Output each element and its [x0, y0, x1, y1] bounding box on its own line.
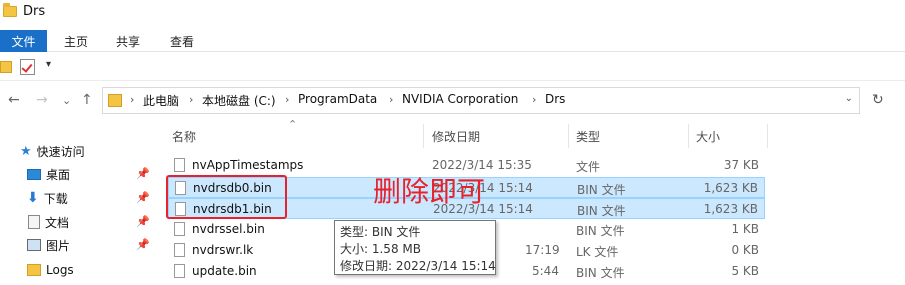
file-size: 37 KB: [723, 158, 759, 172]
breadcrumb-drs[interactable]: Drs: [545, 92, 565, 106]
sidebar-item-documents[interactable]: 文档: [28, 211, 69, 233]
back-button[interactable]: ←: [8, 92, 20, 108]
sidebar-item-label: 图片: [46, 238, 71, 253]
file-size: 5 KB: [731, 264, 759, 278]
column-divider[interactable]: [423, 124, 424, 148]
file-type: LK 文件: [576, 245, 619, 259]
breadcrumb-local-disk[interactable]: 本地磁盘 (C:): [202, 92, 276, 109]
file-date: 17:19: [525, 243, 560, 257]
document-icon: [28, 215, 40, 229]
ribbon-tabs: 文件 主页 共享 查看: [0, 30, 905, 52]
file-icon: [174, 243, 185, 257]
folder-icon: [3, 3, 17, 17]
tab-file[interactable]: 文件: [0, 30, 47, 52]
tooltip-type: 类型: BIN 文件: [340, 225, 421, 239]
navigation-pane: ★ 快速访问 桌面 📌 ⬇ 下载 📌 文档 📌 图片 📌 Logs: [0, 130, 152, 285]
folder-icon: [108, 94, 122, 107]
sidebar-item-desktop[interactable]: 桌面: [27, 163, 70, 185]
breadcrumb-separator[interactable]: ›: [130, 93, 134, 106]
file-size: 1,623 KB: [703, 202, 758, 216]
pin-icon: 📌: [136, 215, 150, 228]
column-divider[interactable]: [688, 124, 689, 148]
breadcrumb-nvidia-corporation[interactable]: NVIDIA Corporation: [402, 92, 518, 106]
forward-button[interactable]: →: [36, 92, 48, 108]
breadcrumb-this-pc[interactable]: 此电脑: [143, 92, 179, 109]
column-header-name[interactable]: 名称: [172, 128, 196, 145]
pin-icon: 📌: [136, 167, 150, 180]
file-type: BIN 文件: [576, 224, 625, 238]
desktop-icon: [27, 168, 41, 180]
breadcrumb-separator[interactable]: ›: [532, 93, 536, 106]
tab-home[interactable]: 主页: [64, 33, 88, 50]
folder-icon[interactable]: [0, 61, 12, 73]
file-name: nvdrssel.bin: [192, 222, 265, 236]
pin-icon: 📌: [136, 238, 150, 251]
recent-locations-button[interactable]: ⌄: [62, 94, 71, 107]
properties-icon[interactable]: [20, 59, 35, 75]
pin-icon: 📌: [136, 191, 150, 204]
sidebar-item-downloads[interactable]: ⬇ 下载: [27, 187, 68, 209]
file-name: update.bin: [192, 264, 257, 278]
sidebar-item-pictures[interactable]: 图片: [27, 234, 70, 256]
file-tooltip: 类型: BIN 文件 大小: 1.58 MB 修改日期: 2022/3/14 1…: [334, 220, 496, 275]
navigation-bar: ← → ⌄ ↑ › 此电脑 › 本地磁盘 (C:) › ProgramData …: [0, 84, 905, 118]
quick-access-toolbar: ▾: [0, 55, 905, 81]
file-name: nvAppTimestamps: [192, 158, 304, 172]
breadcrumb-separator[interactable]: ›: [189, 93, 193, 106]
file-name: nvdrswr.lk: [192, 243, 254, 257]
file-type: BIN 文件: [577, 204, 626, 218]
sidebar-item-quick-access[interactable]: ★ 快速访问: [20, 140, 85, 162]
tooltip-date: 修改日期: 2022/3/14 15:14: [340, 259, 496, 273]
column-header-size[interactable]: 大小: [696, 128, 720, 145]
file-icon: [174, 222, 185, 236]
breadcrumb-programdata[interactable]: ProgramData: [298, 92, 377, 106]
file-size: 1,623 KB: [703, 181, 758, 195]
column-header-date[interactable]: 修改日期: [432, 128, 480, 145]
star-icon: ★: [20, 143, 32, 159]
file-type: BIN 文件: [577, 183, 626, 197]
file-size: 1 KB: [731, 222, 759, 236]
file-size: 0 KB: [731, 243, 759, 257]
window-title: Drs: [23, 4, 46, 19]
file-date: 5:44: [532, 264, 559, 278]
sort-ascending-icon: ⌃: [288, 118, 298, 131]
sidebar-item-label: 文档: [45, 215, 70, 230]
download-icon: ⬇: [27, 190, 39, 206]
tab-share[interactable]: 共享: [116, 33, 140, 50]
annotation-highlight-box: [166, 175, 287, 219]
tooltip-size: 大小: 1.58 MB: [340, 242, 421, 256]
picture-icon: [27, 239, 41, 251]
column-header-type[interactable]: 类型: [576, 128, 600, 145]
tab-view[interactable]: 查看: [170, 33, 194, 50]
breadcrumb-separator[interactable]: ›: [285, 93, 289, 106]
address-bar[interactable]: › 此电脑 › 本地磁盘 (C:) › ProgramData › NVIDIA…: [102, 87, 860, 114]
breadcrumb-separator[interactable]: ›: [389, 93, 393, 106]
sidebar-item-label: 桌面: [46, 167, 71, 182]
column-divider[interactable]: [767, 124, 768, 148]
annotation-text: 删除即可: [373, 175, 486, 208]
customize-toolbar-button[interactable]: ▾: [46, 59, 51, 70]
sidebar-item-label: 快速访问: [36, 144, 85, 159]
sidebar-item-label: 下载: [43, 191, 68, 206]
sidebar-item-logs[interactable]: Logs: [27, 259, 74, 281]
refresh-button[interactable]: ↻: [872, 92, 884, 108]
file-icon: [174, 264, 185, 278]
column-divider[interactable]: [568, 124, 569, 148]
file-icon: [174, 158, 185, 172]
up-button[interactable]: ↑: [81, 92, 93, 108]
address-dropdown-button[interactable]: ⌄: [845, 93, 853, 104]
folder-icon: [27, 264, 41, 276]
title-bar: Drs: [0, 0, 905, 30]
file-type: 文件: [576, 160, 601, 174]
file-type: BIN 文件: [576, 266, 625, 280]
sidebar-item-label: Logs: [46, 263, 74, 277]
